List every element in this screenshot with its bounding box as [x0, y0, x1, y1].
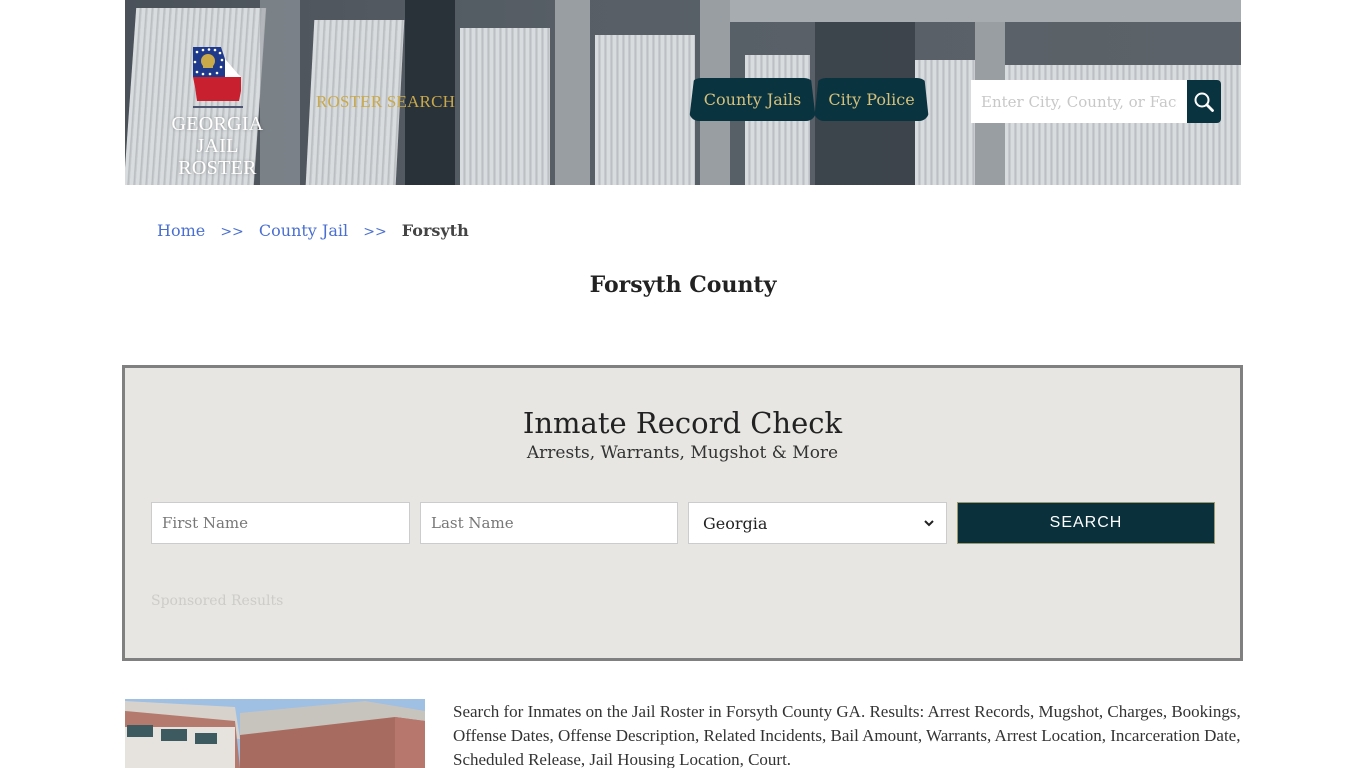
nav-city-police[interactable]: City Police: [814, 78, 929, 121]
nav-county-jails[interactable]: County Jails: [689, 78, 816, 121]
logo-divider: [193, 106, 243, 108]
first-name-input[interactable]: [151, 502, 410, 544]
breadcrumb-county-jail[interactable]: County Jail: [259, 221, 348, 240]
breadcrumb-current: Forsyth: [401, 221, 469, 240]
inmate-record-check-panel: Inmate Record Check Arrests, Warrants, M…: [122, 365, 1243, 661]
chevron-down-icon: [924, 519, 934, 526]
nav-county-jails-label: County Jails: [703, 90, 802, 109]
site-logo[interactable]: GEORGIA JAIL ROSTER: [155, 45, 280, 179]
breadcrumb: Home >> County Jail >> Forsyth: [157, 221, 469, 240]
breadcrumb-separator: >>: [220, 224, 244, 240]
sponsored-results-label: Sponsored Results: [151, 593, 284, 609]
page-title: Forsyth County: [589, 272, 777, 298]
breadcrumb-home[interactable]: Home: [157, 221, 205, 240]
breadcrumb-separator: >>: [363, 224, 387, 240]
logo-line-2: JAIL ROSTER: [178, 135, 257, 179]
jail-facility-photo: [125, 699, 425, 768]
record-search-button[interactable]: SEARCH: [957, 502, 1215, 544]
intro-paragraph: Search for Inmates on the Jail Roster in…: [453, 702, 1241, 768]
georgia-flag-map-icon: [193, 47, 241, 101]
record-check-subtitle: Arrests, Warrants, Mugshot & More: [526, 443, 839, 463]
last-name-input[interactable]: [420, 502, 678, 544]
logo-text: GEORGIA JAIL ROSTER: [155, 113, 280, 179]
state-select-value: Georgia: [703, 513, 768, 533]
building-image: [125, 699, 425, 768]
logo-line-1: GEORGIA: [171, 113, 264, 135]
facility-search-button[interactable]: [1187, 80, 1221, 123]
nav-city-police-label: City Police: [828, 90, 915, 109]
record-check-title: Inmate Record Check: [522, 406, 843, 440]
search-icon: [1194, 92, 1214, 112]
roster-search-link[interactable]: ROSTER SEARCH: [316, 92, 455, 112]
state-select[interactable]: Georgia: [688, 502, 947, 544]
facility-search-input[interactable]: [971, 80, 1187, 123]
